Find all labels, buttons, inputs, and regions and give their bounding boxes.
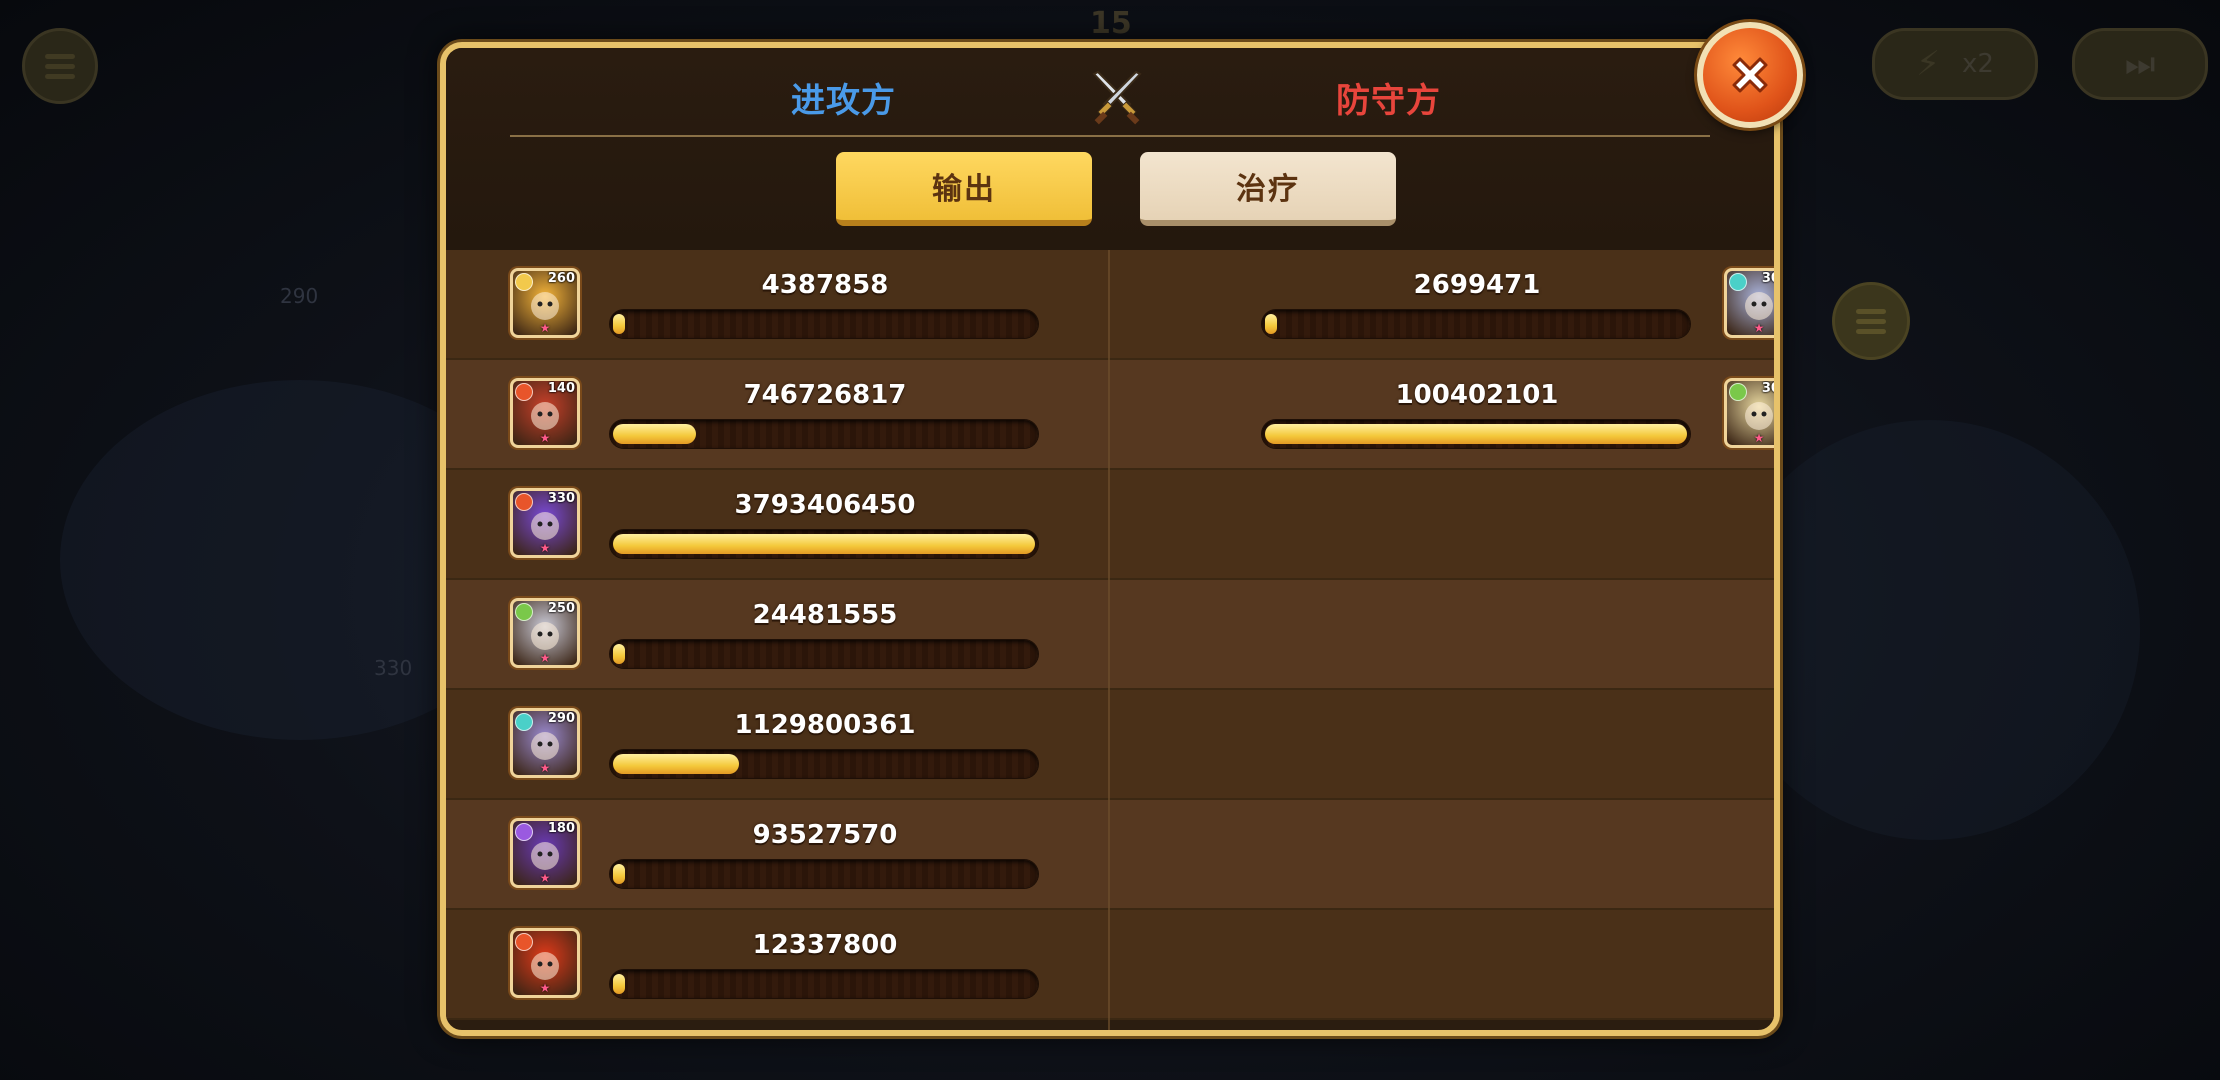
hero-level: 180 <box>547 821 575 836</box>
star-icon: ★ <box>1753 321 1765 335</box>
damage-bar <box>1262 420 1690 448</box>
attacker-entry: 330 ★ 3793406450 <box>510 470 1070 580</box>
defender-label: 防守方 <box>1336 81 1441 121</box>
damage-bar <box>610 310 1038 338</box>
hero-portrait[interactable]: 290 ★ <box>510 708 580 778</box>
round-counter: 15 <box>1090 6 1132 41</box>
table-row: 250 ★ 24481555 <box>446 580 1774 690</box>
damage-bar-fill <box>613 314 625 334</box>
damage-bar-fill <box>1265 314 1277 334</box>
star-icon: ★ <box>539 871 551 885</box>
lightning-icon: ⚡ <box>1916 44 1940 84</box>
damage-value: 2699471 <box>1413 270 1541 300</box>
damage-bar-fill <box>613 754 739 774</box>
damage-value: 1129800361 <box>734 710 916 740</box>
table-row: 180 ★ 93527570 <box>446 800 1774 910</box>
damage-value: 12337800 <box>752 930 898 960</box>
table-row: 290 ★ 1129800361 <box>446 690 1774 800</box>
damage-value: 4387858 <box>761 270 889 300</box>
bg-unit-level: 290 <box>280 284 319 308</box>
attacker-label: 进攻方 <box>791 81 896 121</box>
damage-value: 93527570 <box>752 820 898 850</box>
hero-level: 300 <box>1761 271 1780 286</box>
hero-portrait[interactable]: 140 ★ <box>510 378 580 448</box>
hero-portrait[interactable]: ★ <box>510 928 580 998</box>
panel-header: 进攻方 防守方 输出 治疗 <box>446 48 1774 250</box>
damage-value: 24481555 <box>752 600 898 630</box>
table-row: 140★746726817300★100402101 <box>446 360 1774 470</box>
star-icon: ★ <box>539 651 551 665</box>
hero-level: 250 <box>547 601 575 616</box>
defender-entry: 300★2699471 <box>1166 250 1774 360</box>
star-icon: ★ <box>539 431 551 445</box>
attacker-entry: 180 ★ 93527570 <box>510 800 1070 910</box>
star-icon: ★ <box>539 321 551 335</box>
center-divider <box>1108 250 1110 1030</box>
damage-value: 746726817 <box>743 380 907 410</box>
bg-unit-level: 330 <box>374 656 413 680</box>
hero-level: 290 <box>547 711 575 726</box>
menu-icon <box>45 53 75 79</box>
attacker-entry: 140 ★ 746726817 <box>510 360 1070 470</box>
table-row: 330 ★ 3793406450 <box>446 470 1774 580</box>
close-icon <box>1732 57 1768 93</box>
hero-level: 140 <box>547 381 575 396</box>
skip-button[interactable]: ⏭ <box>2072 28 2208 100</box>
damage-bar-fill <box>613 424 696 444</box>
damage-bar-fill <box>1265 424 1687 444</box>
attacker-entry: 290 ★ 1129800361 <box>510 690 1070 800</box>
background-scene-right <box>1720 420 2140 840</box>
hero-portrait[interactable]: 250 ★ <box>510 598 580 668</box>
attacker-entry: 260 ★ 4387858 <box>510 250 1070 360</box>
damage-value: 3793406450 <box>734 490 916 520</box>
damage-bar-fill <box>613 644 625 664</box>
attacker-entry: ★ 12337800 <box>510 910 1070 1020</box>
speed-button[interactable]: ⚡ x2 <box>1872 28 2038 100</box>
tab-heal[interactable]: 治疗 <box>1140 152 1396 226</box>
skip-icon: ⏭ <box>2124 44 2156 84</box>
damage-bar <box>610 860 1038 888</box>
menu-button[interactable] <box>22 28 98 104</box>
hero-portrait[interactable]: 180 ★ <box>510 818 580 888</box>
damage-bar <box>610 420 1038 448</box>
attacker-entry: 250 ★ 24481555 <box>510 580 1070 690</box>
hero-level: 300 <box>1761 381 1780 396</box>
hero-portrait[interactable]: 260 ★ <box>510 268 580 338</box>
hero-level: 260 <box>547 271 575 286</box>
tab-output[interactable]: 输出 <box>836 152 1092 226</box>
star-icon: ★ <box>539 541 551 555</box>
list-icon <box>1856 308 1886 334</box>
crossed-swords-icon <box>1092 70 1142 125</box>
damage-value: 100402101 <box>1395 380 1559 410</box>
star-icon: ★ <box>539 761 551 775</box>
table-row: 260★4387858300★2699471 <box>446 250 1774 360</box>
damage-bar-fill <box>613 974 625 994</box>
damage-bar-fill <box>613 864 625 884</box>
header-divider <box>510 135 1710 137</box>
close-button[interactable] <box>1697 22 1803 128</box>
damage-bar <box>610 530 1038 558</box>
damage-bar <box>610 640 1038 668</box>
hero-level: 330 <box>547 491 575 506</box>
stats-rows: 260★4387858300★2699471140★746726817300★1… <box>446 250 1774 1020</box>
damage-bar <box>610 970 1038 998</box>
speed-label: x2 <box>1961 49 1994 79</box>
damage-bar-fill <box>613 534 1035 554</box>
table-row: ★ 12337800 <box>446 910 1774 1020</box>
damage-bar <box>610 750 1038 778</box>
battle-stats-panel: 进攻方 防守方 输出 治疗 260 ★ 4387858 300 ★ 2699471 140 ★… <box>440 42 1780 1036</box>
hero-portrait[interactable]: 330 ★ <box>510 488 580 558</box>
damage-bar <box>1262 310 1690 338</box>
hero-portrait[interactable]: 300 ★ <box>1724 268 1780 338</box>
star-icon: ★ <box>539 981 551 995</box>
battle-menu-button[interactable] <box>1832 282 1910 360</box>
hero-portrait[interactable]: 300 ★ <box>1724 378 1780 448</box>
defender-entry: 300★100402101 <box>1166 360 1774 470</box>
star-icon: ★ <box>1753 431 1765 445</box>
